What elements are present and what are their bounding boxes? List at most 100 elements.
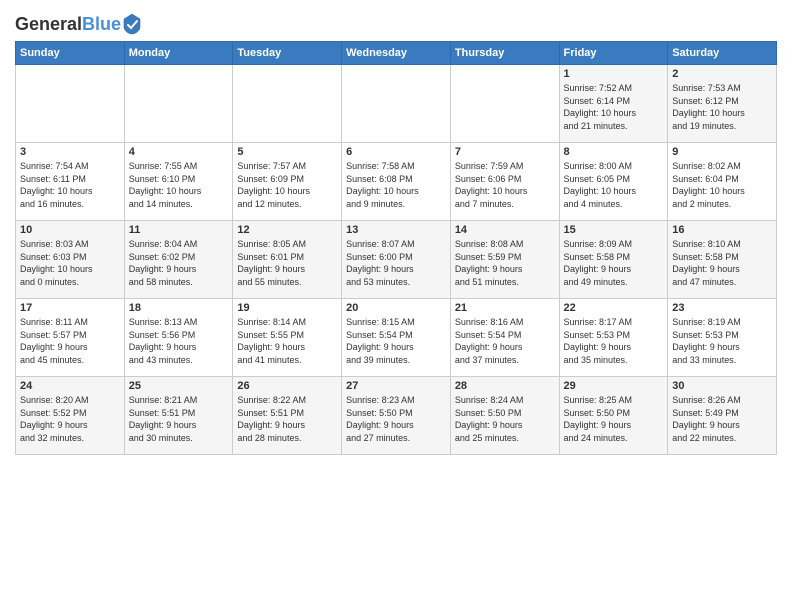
day-number: 25 [129, 380, 229, 392]
day-number: 30 [672, 380, 772, 392]
day-info: Sunrise: 8:23 AM Sunset: 5:50 PM Dayligh… [346, 394, 446, 444]
calendar-cell: 30Sunrise: 8:26 AM Sunset: 5:49 PM Dayli… [668, 377, 777, 455]
day-info: Sunrise: 8:22 AM Sunset: 5:51 PM Dayligh… [237, 394, 337, 444]
day-number: 17 [20, 302, 120, 314]
day-info: Sunrise: 8:05 AM Sunset: 6:01 PM Dayligh… [237, 238, 337, 288]
weekday-header-monday: Monday [124, 42, 233, 65]
day-info: Sunrise: 7:58 AM Sunset: 6:08 PM Dayligh… [346, 160, 446, 210]
calendar-header: SundayMondayTuesdayWednesdayThursdayFrid… [16, 42, 777, 65]
weekday-header-sunday: Sunday [16, 42, 125, 65]
day-number: 4 [129, 146, 229, 158]
calendar-cell: 10 Sunrise: 8:03 AM Sunset: 6:03 PM Dayli… [16, 221, 125, 299]
calendar-cell [450, 65, 559, 143]
weekday-header-thursday: Thursday [450, 42, 559, 65]
day-number: 22 [564, 302, 664, 314]
day-info: Sunrise: 8:09 AM Sunset: 5:58 PM Dayligh… [564, 238, 664, 288]
logo-icon [123, 13, 141, 35]
calendar-cell: 20 Sunrise: 8:15 AM Sunset: 5:54 PM Dayli… [342, 299, 451, 377]
day-info: Sunrise: 8:07 AM Sunset: 6:00 PM Dayligh… [346, 238, 446, 288]
day-number: 16 [672, 224, 772, 236]
day-info: Sunrise: 8:04 AM Sunset: 6:02 PM Dayligh… [129, 238, 229, 288]
calendar-week-1: 1 Sunrise: 7:52 AM Sunset: 6:14 PM Daylig… [16, 65, 777, 143]
day-number: 1 [564, 68, 664, 80]
day-info: Sunrise: 8:13 AM Sunset: 5:56 PM Dayligh… [129, 316, 229, 366]
day-number: 26 [237, 380, 337, 392]
calendar-body: 1 Sunrise: 7:52 AM Sunset: 6:14 PM Daylig… [16, 65, 777, 455]
calendar-cell: 18 Sunrise: 8:13 AM Sunset: 5:56 PM Dayli… [124, 299, 233, 377]
day-info: Sunrise: 8:17 AM Sunset: 5:53 PM Dayligh… [564, 316, 664, 366]
day-number: 27 [346, 380, 446, 392]
day-info: Sunrise: 8:25 AM Sunset: 5:50 PM Dayligh… [564, 394, 664, 444]
calendar-week-3: 10 Sunrise: 8:03 AM Sunset: 6:03 PM Dayli… [16, 221, 777, 299]
day-info: Sunrise: 7:57 AM Sunset: 6:09 PM Dayligh… [237, 160, 337, 210]
calendar-cell: 1 Sunrise: 7:52 AM Sunset: 6:14 PM Daylig… [559, 65, 668, 143]
day-info: Sunrise: 8:00 AM Sunset: 6:05 PM Dayligh… [564, 160, 664, 210]
calendar-cell: 16 Sunrise: 8:10 AM Sunset: 5:58 PM Dayli… [668, 221, 777, 299]
day-number: 12 [237, 224, 337, 236]
calendar-cell: 28 Sunrise: 8:24 AM Sunset: 5:50 PM Dayli… [450, 377, 559, 455]
calendar-cell: 22 Sunrise: 8:17 AM Sunset: 5:53 PM Dayli… [559, 299, 668, 377]
calendar-cell: 27 Sunrise: 8:23 AM Sunset: 5:50 PM Dayli… [342, 377, 451, 455]
day-number: 8 [564, 146, 664, 158]
calendar-cell: 19 Sunrise: 8:14 AM Sunset: 5:55 PM Dayli… [233, 299, 342, 377]
day-number: 20 [346, 302, 446, 314]
day-info: Sunrise: 7:59 AM Sunset: 6:06 PM Dayligh… [455, 160, 555, 210]
day-number: 10 [20, 224, 120, 236]
day-info: Sunrise: 8:08 AM Sunset: 5:59 PM Dayligh… [455, 238, 555, 288]
day-number: 6 [346, 146, 446, 158]
calendar-cell: 17 Sunrise: 8:11 AM Sunset: 5:57 PM Dayli… [16, 299, 125, 377]
weekday-header-saturday: Saturday [668, 42, 777, 65]
calendar-table: SundayMondayTuesdayWednesdayThursdayFrid… [15, 41, 777, 455]
day-info: Sunrise: 7:53 AM Sunset: 6:12 PM Dayligh… [672, 82, 772, 132]
calendar-week-2: 3Sunrise: 7:54 AM Sunset: 6:11 PM Daylig… [16, 143, 777, 221]
header: GeneralBlue [15, 10, 777, 35]
day-info: Sunrise: 8:14 AM Sunset: 5:55 PM Dayligh… [237, 316, 337, 366]
calendar-cell: 23Sunrise: 8:19 AM Sunset: 5:53 PM Dayli… [668, 299, 777, 377]
day-info: Sunrise: 8:03 AM Sunset: 6:03 PM Dayligh… [20, 238, 120, 288]
calendar-cell: 5 Sunrise: 7:57 AM Sunset: 6:09 PM Daylig… [233, 143, 342, 221]
day-number: 14 [455, 224, 555, 236]
day-info: Sunrise: 8:02 AM Sunset: 6:04 PM Dayligh… [672, 160, 772, 210]
calendar-cell [342, 65, 451, 143]
calendar-cell: 2Sunrise: 7:53 AM Sunset: 6:12 PM Daylig… [668, 65, 777, 143]
day-info: Sunrise: 8:24 AM Sunset: 5:50 PM Dayligh… [455, 394, 555, 444]
logo-text: GeneralBlue [15, 15, 141, 35]
day-number: 28 [455, 380, 555, 392]
day-number: 7 [455, 146, 555, 158]
day-info: Sunrise: 8:15 AM Sunset: 5:54 PM Dayligh… [346, 316, 446, 366]
day-number: 18 [129, 302, 229, 314]
calendar-cell [233, 65, 342, 143]
page-container: GeneralBlue SundayMondayTuesdayWednesday… [0, 0, 792, 465]
calendar-cell: 21Sunrise: 8:16 AM Sunset: 5:54 PM Dayli… [450, 299, 559, 377]
calendar-cell: 15Sunrise: 8:09 AM Sunset: 5:58 PM Dayli… [559, 221, 668, 299]
weekday-header-tuesday: Tuesday [233, 42, 342, 65]
calendar-cell: 7 Sunrise: 7:59 AM Sunset: 6:06 PM Daylig… [450, 143, 559, 221]
day-number: 29 [564, 380, 664, 392]
calendar-week-4: 17 Sunrise: 8:11 AM Sunset: 5:57 PM Dayli… [16, 299, 777, 377]
day-number: 5 [237, 146, 337, 158]
day-info: Sunrise: 8:10 AM Sunset: 5:58 PM Dayligh… [672, 238, 772, 288]
day-info: Sunrise: 8:16 AM Sunset: 5:54 PM Dayligh… [455, 316, 555, 366]
weekday-header-friday: Friday [559, 42, 668, 65]
calendar-cell: 29 Sunrise: 8:25 AM Sunset: 5:50 PM Dayli… [559, 377, 668, 455]
logo: GeneralBlue [15, 15, 141, 35]
calendar-cell: 13 Sunrise: 8:07 AM Sunset: 6:00 PM Dayli… [342, 221, 451, 299]
day-number: 11 [129, 224, 229, 236]
day-info: Sunrise: 8:11 AM Sunset: 5:57 PM Dayligh… [20, 316, 120, 366]
day-number: 19 [237, 302, 337, 314]
day-info: Sunrise: 7:52 AM Sunset: 6:14 PM Dayligh… [564, 82, 664, 132]
day-number: 13 [346, 224, 446, 236]
calendar-cell: 14 Sunrise: 8:08 AM Sunset: 5:59 PM Dayli… [450, 221, 559, 299]
calendar-cell [124, 65, 233, 143]
calendar-cell: 6 Sunrise: 7:58 AM Sunset: 6:08 PM Daylig… [342, 143, 451, 221]
calendar-cell: 3Sunrise: 7:54 AM Sunset: 6:11 PM Daylig… [16, 143, 125, 221]
calendar-cell: 26 Sunrise: 8:22 AM Sunset: 5:51 PM Dayli… [233, 377, 342, 455]
day-info: Sunrise: 8:20 AM Sunset: 5:52 PM Dayligh… [20, 394, 120, 444]
weekday-header-row: SundayMondayTuesdayWednesdayThursdayFrid… [16, 42, 777, 65]
calendar-cell: 4Sunrise: 7:55 AM Sunset: 6:10 PM Daylig… [124, 143, 233, 221]
calendar-cell: 25Sunrise: 8:21 AM Sunset: 5:51 PM Dayli… [124, 377, 233, 455]
day-info: Sunrise: 7:54 AM Sunset: 6:11 PM Dayligh… [20, 160, 120, 210]
calendar-cell: 24Sunrise: 8:20 AM Sunset: 5:52 PM Dayli… [16, 377, 125, 455]
calendar-cell: 11 Sunrise: 8:04 AM Sunset: 6:02 PM Dayli… [124, 221, 233, 299]
weekday-header-wednesday: Wednesday [342, 42, 451, 65]
